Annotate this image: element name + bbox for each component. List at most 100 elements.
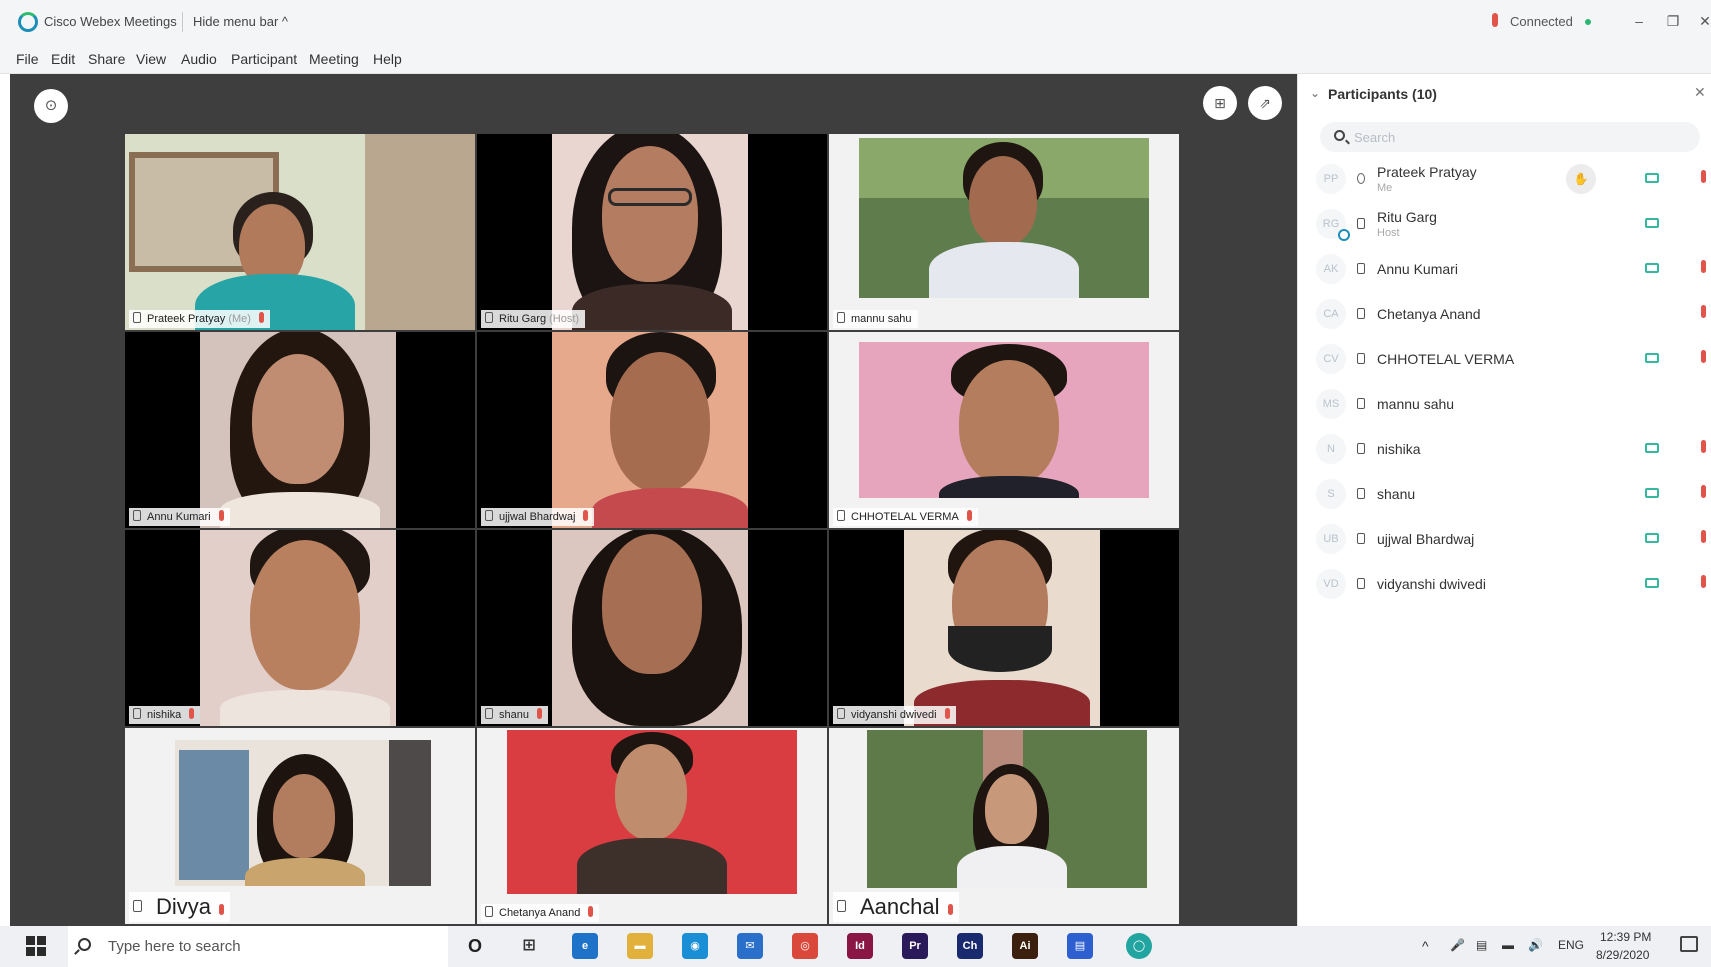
collapse-panel-chevron-icon[interactable]: ⌄	[1310, 86, 1320, 100]
participant-row[interactable]: S shanu	[1298, 473, 1711, 518]
tile-name-label: mannu sahu	[833, 310, 918, 328]
participant-name: Ritu Garg	[1377, 209, 1437, 225]
avatar: CA	[1316, 299, 1346, 329]
close-window-button[interactable]: ✕	[1692, 10, 1711, 32]
muted-mic-icon[interactable]	[1701, 440, 1706, 453]
video-device-icon	[837, 510, 845, 521]
menu-view[interactable]: View	[136, 51, 166, 67]
microphone-icon[interactable]: 🎤	[1450, 938, 1465, 952]
language-indicator[interactable]: ENG	[1558, 938, 1584, 952]
file-explorer-icon[interactable]: ▬	[627, 933, 653, 959]
video-tile[interactable]: ujjwal Bhardwaj	[477, 332, 827, 528]
video-tile[interactable]: CHHOTELAL VERMA	[829, 332, 1179, 528]
muted-mic-icon	[944, 708, 950, 719]
windows-start-button[interactable]	[26, 936, 46, 956]
participant-row[interactable]: UB ujjwal Bhardwaj	[1298, 518, 1711, 563]
video-tile[interactable]: nishika	[125, 530, 475, 726]
participant-name: mannu sahu	[851, 313, 912, 325]
participant-name: vidyanshi dwivedi	[1377, 576, 1486, 592]
close-panel-button[interactable]: ✕	[1694, 84, 1706, 101]
camera-icon[interactable]	[1645, 218, 1659, 228]
video-tile[interactable]: Divya	[125, 728, 475, 924]
participant-row[interactable]: MS mannu sahu	[1298, 383, 1711, 428]
meeting-info-button[interactable]: ⊙	[34, 89, 68, 123]
muted-mic-icon[interactable]	[1701, 305, 1706, 318]
tile-name-label: Divya	[129, 892, 231, 922]
participant-row[interactable]: AK Annu Kumari	[1298, 248, 1711, 293]
popout-button[interactable]: ⇗	[1248, 86, 1282, 120]
muted-mic-icon[interactable]	[1701, 350, 1706, 363]
volume-icon[interactable]: 🔊	[1528, 938, 1543, 952]
muted-mic-icon[interactable]	[1701, 260, 1706, 273]
menu-audio[interactable]: Audio	[181, 51, 217, 67]
video-tile[interactable]: Ritu Garg (Host)	[477, 134, 827, 330]
participant-sub-label: Host	[1377, 227, 1400, 239]
camera-icon[interactable]	[1645, 533, 1659, 543]
participant-row[interactable]: PP Prateek Pratyay Me ✋	[1298, 158, 1711, 203]
avatar: N	[1316, 434, 1346, 464]
webex-app-icon[interactable]: ◯	[1126, 933, 1152, 959]
menu-share[interactable]: Share	[88, 51, 125, 67]
taskbar-search-box[interactable]: Type here to search	[68, 926, 448, 967]
video-grid-area: ⊙ ⊞ ⇗ Prateek Pratyay (Me) Ritu Garg (Ho…	[10, 74, 1297, 926]
hide-menu-bar-button[interactable]: Hide menu bar ^	[193, 14, 288, 29]
chrome-icon[interactable]: ◎	[792, 933, 818, 959]
network-icon[interactable]: ▤	[1476, 938, 1487, 952]
muted-mic-icon[interactable]	[1701, 485, 1706, 498]
participant-row[interactable]: RG Ritu Garg Host	[1298, 203, 1711, 248]
edge-browser-icon[interactable]: e	[572, 933, 598, 959]
battery-icon[interactable]: ▬	[1502, 938, 1514, 952]
video-tile[interactable]: mannu sahu	[829, 134, 1179, 330]
notification-center-icon[interactable]	[1680, 936, 1698, 952]
tray-overflow-chevron-icon[interactable]: ^	[1422, 938, 1429, 954]
video-feed	[552, 134, 748, 330]
menu-meeting[interactable]: Meeting	[309, 51, 359, 67]
camera-icon[interactable]	[1645, 353, 1659, 363]
indesign-icon[interactable]: Id	[847, 933, 873, 959]
menu-edit[interactable]: Edit	[51, 51, 75, 67]
menu-file[interactable]: File	[16, 51, 39, 67]
avatar: UB	[1316, 524, 1346, 554]
camera-icon[interactable]	[1645, 488, 1659, 498]
video-tile[interactable]: Prateek Pratyay (Me)	[125, 134, 475, 330]
video-tile[interactable]: shanu	[477, 530, 827, 726]
premiere-icon[interactable]: Pr	[902, 933, 928, 959]
tile-name-label: nishika	[129, 706, 201, 724]
camera-icon[interactable]	[1645, 263, 1659, 273]
layout-grid-button[interactable]: ⊞	[1203, 86, 1237, 120]
task-view-icon[interactable]: ⊞	[516, 933, 542, 959]
muted-mic-icon[interactable]	[1701, 530, 1706, 543]
cortana-icon[interactable]: O	[462, 933, 488, 959]
participant-row[interactable]: CV CHHOTELAL VERMA	[1298, 338, 1711, 383]
microphone-muted-icon[interactable]	[1492, 13, 1498, 27]
character-animator-icon[interactable]: Ch	[957, 933, 983, 959]
video-tile[interactable]: Annu Kumari	[125, 332, 475, 528]
menu-participant[interactable]: Participant	[231, 51, 297, 67]
app-icon[interactable]: ◉	[682, 933, 708, 959]
video-device-icon	[133, 510, 141, 521]
mail-icon[interactable]: ✉	[737, 933, 763, 959]
camera-icon[interactable]	[1645, 173, 1659, 183]
illustrator-icon[interactable]: Ai	[1012, 933, 1038, 959]
title-bar: Cisco Webex Meetings Hide menu bar ^ Con…	[0, 0, 1711, 44]
video-device-icon	[1357, 218, 1365, 229]
video-tile[interactable]: Chetanya Anand	[477, 728, 827, 924]
muted-mic-icon[interactable]	[1701, 170, 1706, 183]
participant-row[interactable]: CA Chetanya Anand	[1298, 293, 1711, 338]
menu-help[interactable]: Help	[373, 51, 402, 67]
camera-icon[interactable]	[1645, 578, 1659, 588]
video-tile[interactable]: Aanchal	[829, 728, 1179, 924]
muted-mic-icon[interactable]	[1701, 575, 1706, 588]
minimize-button[interactable]: –	[1626, 10, 1652, 32]
app-icon[interactable]: ▤	[1067, 933, 1093, 959]
restore-button[interactable]: ❐	[1660, 10, 1686, 32]
participant-search-input[interactable]	[1354, 126, 1684, 148]
clock-date[interactable]: 8/29/2020	[1596, 948, 1649, 962]
participant-row[interactable]: N nishika	[1298, 428, 1711, 473]
raise-hand-button[interactable]: ✋	[1566, 164, 1596, 194]
video-tile[interactable]: vidyanshi dwivedi	[829, 530, 1179, 726]
participant-row[interactable]: VD vidyanshi dwivedi	[1298, 563, 1711, 608]
participant-search[interactable]	[1320, 122, 1700, 152]
camera-icon[interactable]	[1645, 443, 1659, 453]
clock-time[interactable]: 12:39 PM	[1600, 930, 1651, 944]
